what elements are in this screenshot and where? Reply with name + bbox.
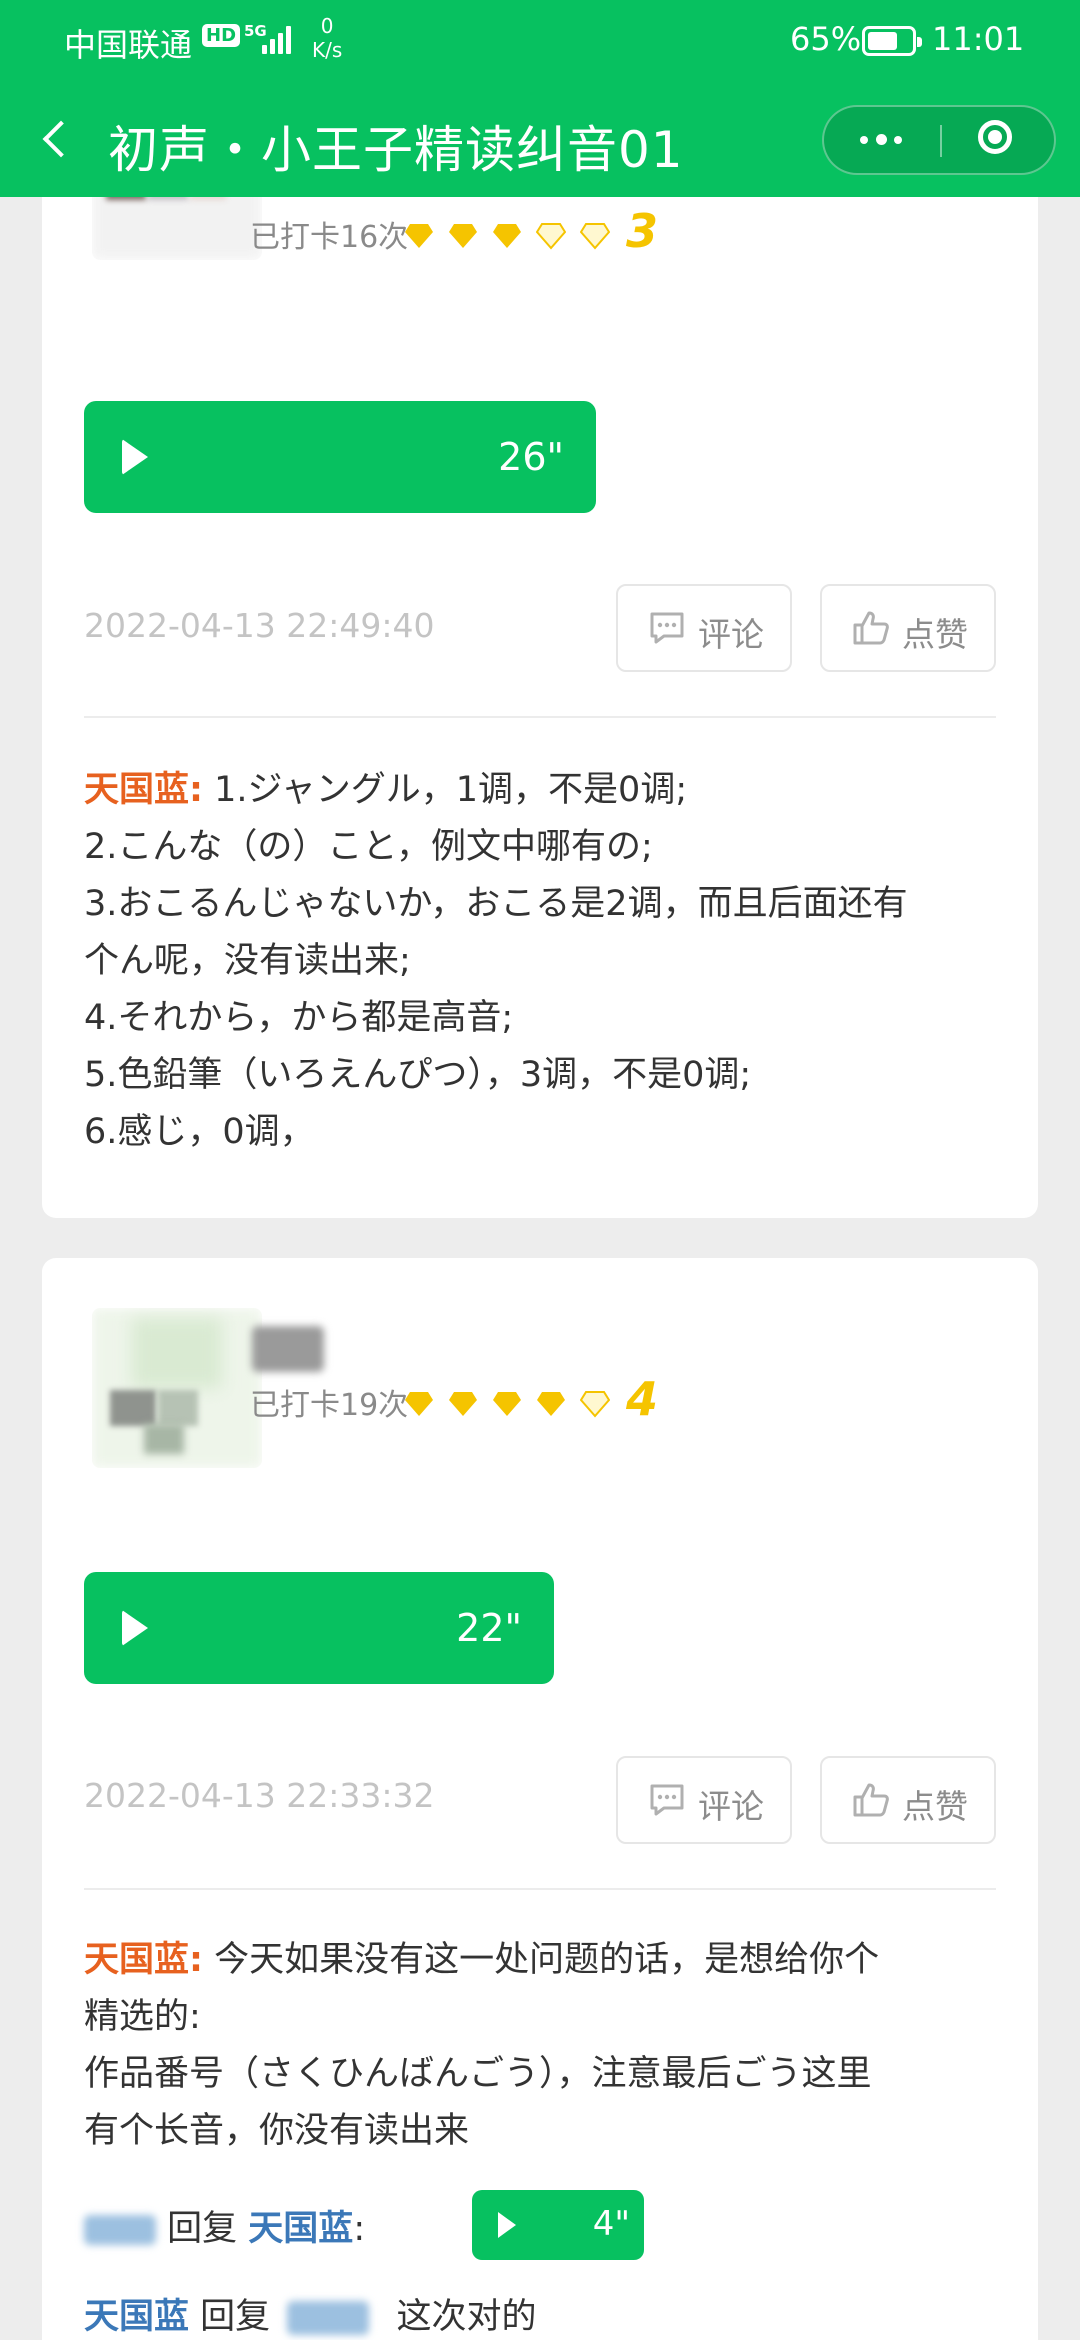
reply-verb: 回复 <box>200 2297 271 2337</box>
battery-icon <box>862 26 922 56</box>
comment-line: 天国蓝: 今天如果没有这一处问题的话，是想给你个 <box>84 1940 880 1980</box>
reply-row: 天国蓝 回复 这次对的 <box>84 2288 536 2339</box>
comment-label: 评论 <box>698 615 764 654</box>
comment-line: 有个长音，你没有读出来 <box>84 2111 470 2151</box>
comment-line: 6.感じ，0调， <box>84 1112 315 1152</box>
voice-message[interactable]: 22" <box>84 1572 554 1684</box>
miniprogram-capsule <box>822 105 1056 175</box>
play-icon <box>122 1610 148 1646</box>
speed-value: 0 <box>320 14 334 38</box>
voice-duration: 4" <box>592 2204 630 2244</box>
username-blurred[interactable] <box>84 2215 156 2245</box>
post-timestamp: 2022-04-13 22:33:32 <box>84 1776 435 1815</box>
clockin-count: 已打卡16次 <box>250 220 409 255</box>
nav-bar: 初声・小王子精读纠音01 <box>0 90 1080 190</box>
level-diamonds <box>404 222 664 252</box>
reply-text: 这次对的 <box>396 2297 537 2337</box>
voice-duration: 26" <box>498 435 564 479</box>
status-time: 11:01 <box>932 20 1025 58</box>
avatar[interactable] <box>92 1308 262 1468</box>
play-icon <box>498 2212 516 2238</box>
comment-line: 天国蓝: 1.ジャングル，1调，不是0调; <box>84 770 688 810</box>
speed-unit: K/s <box>312 38 343 62</box>
diamond-icon <box>493 1392 521 1416</box>
post-card: 已打卡19次 4 22" 2022-04-13 22:33:32 评论 点赞 天… <box>42 1258 1038 2340</box>
battery-percent: 65% <box>790 20 862 58</box>
reply-voice-message[interactable]: 4" <box>472 2190 644 2260</box>
diamond-icon <box>405 224 433 248</box>
commenter-name[interactable]: 天国蓝: <box>84 1940 203 1980</box>
more-dots-icon[interactable] <box>824 107 940 173</box>
voice-duration: 22" <box>456 1606 522 1650</box>
diamond-outline-icon <box>580 223 610 250</box>
username-blurred[interactable] <box>252 1326 324 1372</box>
page-title: 初声・小王子精读纠音01 <box>108 121 684 179</box>
comment-line: 个ん呢，没有读出来; <box>84 941 411 981</box>
comment-button[interactable]: 评论 <box>616 584 792 672</box>
comment-line: 精选的: <box>84 1997 201 2037</box>
like-label: 点赞 <box>902 1787 968 1826</box>
comment-label: 评论 <box>698 1787 764 1826</box>
network-speed: 0 K/s <box>312 14 342 62</box>
commenter-name[interactable]: 天国蓝: <box>84 770 203 810</box>
comment-line: 2.こんな（の）こと，例文中哪有の; <box>84 827 653 867</box>
voice-message[interactable]: 26" <box>84 401 596 513</box>
diamond-icon <box>493 224 521 248</box>
username-blurred[interactable] <box>287 2301 370 2335</box>
reply-verb: 回复 <box>167 2209 238 2249</box>
thumbs-up-icon <box>853 1783 889 1817</box>
hd-badge: HD <box>202 24 241 47</box>
diamond-icon <box>449 224 477 248</box>
like-label: 点赞 <box>902 615 968 654</box>
clockin-count: 已打卡19次 <box>250 1388 409 1423</box>
reply-target[interactable]: 天国蓝 <box>248 2209 353 2249</box>
comment-block: 天国蓝: 1.ジャングル，1调，不是0调; 2.こんな（の）こと，例文中哪有の;… <box>84 762 1004 1161</box>
divider <box>84 1888 996 1890</box>
like-button[interactable]: 点赞 <box>820 1756 996 1844</box>
comment-block: 天国蓝: 今天如果没有这一处问题的话，是想给你个 精选的: 作品番号（さくひんば… <box>84 1932 1004 2160</box>
diamond-icon <box>405 1392 433 1416</box>
divider <box>84 716 996 718</box>
reply-row: 回复 天国蓝: 4" <box>84 2190 684 2260</box>
comment-line: 3.おこるんじゃないか，おこる是2调，而且后面还有 <box>84 884 908 924</box>
comment-line: 4.それから，から都是高音; <box>84 998 514 1038</box>
post-card: 已打卡16次 3 26" 2022-04-13 22:49:40 评论 点赞 天… <box>42 100 1038 1218</box>
diamond-icon <box>449 1392 477 1416</box>
comment-bubble-icon <box>650 1784 684 1816</box>
play-icon <box>122 439 148 475</box>
diamond-outline-icon <box>536 223 566 250</box>
like-button[interactable]: 点赞 <box>820 584 996 672</box>
comment-line: 5.色鉛筆（いろえんぴつ），3调，不是0调; <box>84 1055 752 1095</box>
post-timestamp: 2022-04-13 22:49:40 <box>84 606 435 645</box>
status-bar: 中国联通 HD 5G 0 K/s 65% 11:01 <box>0 0 1080 82</box>
diamond-outline-icon <box>580 1391 610 1418</box>
level-diamonds <box>404 1390 664 1420</box>
thumbs-up-icon <box>853 611 889 645</box>
signal-icon <box>262 24 296 54</box>
comment-bubble-icon <box>650 612 684 644</box>
top-bar: 中国联通 HD 5G 0 K/s 65% 11:01 初声・小王子精读纠音01 <box>0 0 1080 197</box>
close-target-icon[interactable] <box>942 107 1054 173</box>
reply-from[interactable]: 天国蓝 <box>84 2297 189 2337</box>
level-number: 3 <box>626 204 659 258</box>
carrier-name: 中国联通 <box>64 26 193 64</box>
reply-colon: : <box>353 2209 366 2249</box>
comment-line: 作品番号（さくひんばんごう），注意最后ごう这里 <box>84 2054 872 2094</box>
diamond-icon <box>537 1392 565 1416</box>
comment-button[interactable]: 评论 <box>616 1756 792 1844</box>
level-number: 4 <box>626 1372 659 1426</box>
back-chevron-left-icon[interactable] <box>36 120 76 160</box>
